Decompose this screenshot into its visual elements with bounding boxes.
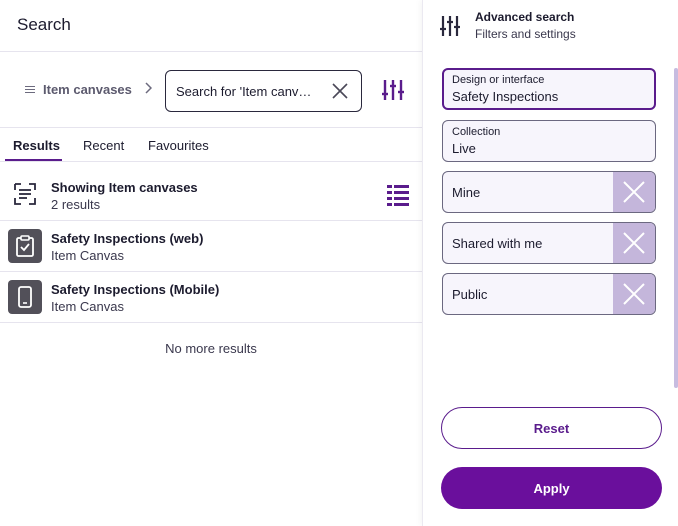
row-divider bbox=[0, 322, 422, 323]
advanced-search-panel: Advanced search Filters and settings Des… bbox=[422, 0, 678, 526]
result-tabs: Results Recent Favourites bbox=[0, 128, 422, 162]
result-title: Safety Inspections (Mobile) bbox=[51, 282, 220, 297]
clipboard-check-icon bbox=[8, 229, 42, 263]
page-title: Search bbox=[17, 15, 71, 34]
breadcrumb[interactable]: Item canvases bbox=[25, 82, 152, 97]
results-summary: Showing Item canvases 2 results bbox=[0, 162, 422, 220]
chip-label: Mine bbox=[452, 185, 481, 200]
chip-label: Shared with me bbox=[452, 236, 543, 251]
apply-button[interactable]: Apply bbox=[441, 467, 662, 509]
item-canvas-icon bbox=[14, 183, 36, 210]
search-box[interactable] bbox=[165, 70, 362, 112]
chevron-right-icon bbox=[144, 82, 152, 97]
result-title: Safety Inspections (web) bbox=[51, 231, 204, 246]
search-pane: Search Item canvases Resul bbox=[0, 0, 422, 526]
field-value: Safety Inspections bbox=[452, 89, 559, 104]
summary-count: 2 results bbox=[51, 197, 101, 212]
mobile-device-icon bbox=[8, 280, 42, 314]
filter-chip-public[interactable]: Public bbox=[442, 273, 656, 315]
breadcrumb-label: Item canvases bbox=[43, 82, 132, 97]
design-or-interface-field[interactable]: Design or interface Safety Inspections bbox=[442, 68, 656, 110]
search-input[interactable] bbox=[176, 83, 316, 99]
remove-filter-button[interactable] bbox=[613, 274, 655, 314]
advanced-search-title: Advanced search bbox=[475, 10, 575, 24]
result-row[interactable]: Safety Inspections (web) Item Canvas bbox=[0, 221, 422, 271]
reset-button[interactable]: Reset bbox=[441, 407, 662, 449]
filter-chip-shared[interactable]: Shared with me bbox=[442, 222, 656, 264]
tab-favourites[interactable]: Favourites bbox=[148, 138, 209, 153]
panel-scrollbar[interactable] bbox=[674, 68, 678, 388]
close-icon bbox=[623, 283, 645, 305]
summary-title: Showing Item canvases bbox=[51, 180, 198, 195]
result-type: Item Canvas bbox=[51, 299, 124, 314]
chip-label: Public bbox=[452, 287, 488, 302]
header-divider bbox=[0, 51, 422, 52]
clear-search-icon[interactable] bbox=[331, 82, 349, 100]
advanced-search-subtitle: Filters and settings bbox=[475, 27, 576, 41]
filter-chip-mine[interactable]: Mine bbox=[442, 171, 656, 213]
remove-filter-button[interactable] bbox=[613, 223, 655, 263]
sliders-icon bbox=[439, 14, 461, 38]
close-icon bbox=[623, 232, 645, 254]
remove-filter-button[interactable] bbox=[613, 172, 655, 212]
field-label: Design or interface bbox=[452, 74, 545, 86]
collection-field[interactable]: Collection Live bbox=[442, 120, 656, 162]
result-row[interactable]: Safety Inspections (Mobile) Item Canvas bbox=[0, 272, 422, 322]
field-value: Live bbox=[452, 141, 476, 156]
close-icon bbox=[623, 181, 645, 203]
sliders-icon bbox=[382, 80, 404, 100]
field-label: Collection bbox=[452, 126, 501, 138]
filter-settings-button[interactable] bbox=[381, 78, 405, 102]
result-type: Item Canvas bbox=[51, 248, 124, 263]
tab-recent[interactable]: Recent bbox=[83, 138, 124, 153]
tab-results[interactable]: Results bbox=[13, 138, 60, 153]
list-icon bbox=[25, 85, 35, 94]
list-view-icon[interactable] bbox=[387, 184, 409, 211]
no-more-results: No more results bbox=[165, 341, 257, 356]
